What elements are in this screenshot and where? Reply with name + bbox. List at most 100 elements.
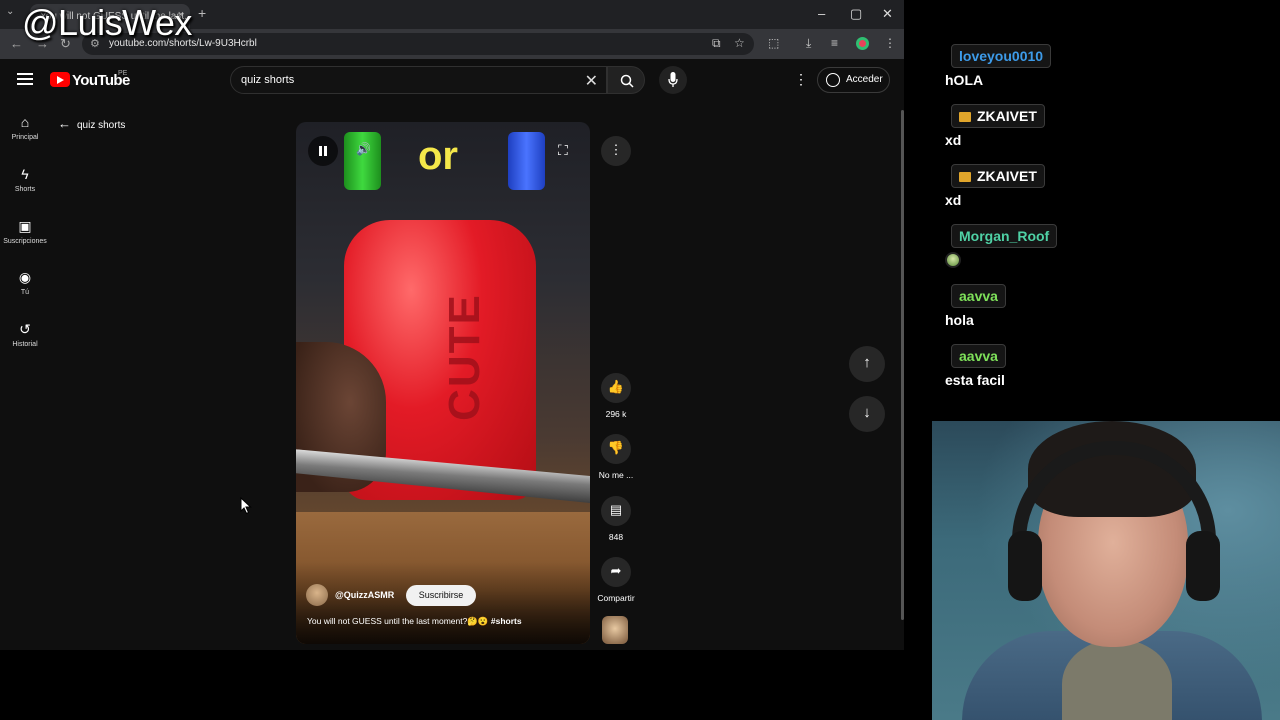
search-query: quiz shorts xyxy=(241,74,295,86)
subscriptions-icon: ▣ xyxy=(18,218,32,234)
crown-icon xyxy=(959,112,971,122)
guide-label: Suscripciones xyxy=(3,238,47,245)
chat-message: ZKAIVET xd xyxy=(945,104,1265,150)
overlay-or-text: or xyxy=(418,134,458,178)
chat-emote-row xyxy=(945,252,1265,270)
search-button[interactable] xyxy=(607,66,645,94)
subscribe-button[interactable]: Suscribirse xyxy=(406,585,476,606)
sign-in-label: Acceder xyxy=(846,74,883,85)
account-circle-icon xyxy=(826,73,840,87)
guide-label: Principal xyxy=(11,134,39,141)
bookmark-star-icon[interactable]: ☆ xyxy=(734,36,745,50)
cast-icon[interactable]: ⧉ xyxy=(712,36,721,51)
dislike-button[interactable]: 👎 No me ... xyxy=(593,434,639,480)
comment-count: 848 xyxy=(608,532,624,542)
chat-username: aavva xyxy=(951,344,1006,368)
back-label: quiz shorts xyxy=(77,120,126,131)
pause-button[interactable] xyxy=(308,136,338,166)
chat-text: hola xyxy=(945,312,974,328)
chat-text: esta facil xyxy=(945,372,1005,388)
chat-username: Morgan_Roof xyxy=(951,224,1058,248)
comments-button[interactable]: ▤ 848 xyxy=(593,496,639,542)
previous-short-button[interactable]: ↑ xyxy=(849,346,885,382)
guide-label: Shorts xyxy=(14,186,36,193)
you-icon: ◉ xyxy=(18,269,32,285)
maximize-icon[interactable]: ▢ xyxy=(850,6,862,22)
channel-name[interactable]: @QuizzASMR xyxy=(335,590,394,600)
chat-username: ZKAIVET xyxy=(977,168,1037,184)
chat-message: loveyou0010 hOLA xyxy=(945,44,1265,90)
minimize-icon[interactable]: – xyxy=(818,6,825,21)
page-scrollbar[interactable] xyxy=(901,110,904,620)
browser-window: ⌄ You will not GUESS until the last... ×… xyxy=(0,0,904,650)
clear-search-icon[interactable]: ✕ xyxy=(585,71,598,91)
arrow-up-icon: ↑ xyxy=(863,354,871,371)
share-label: Compartir xyxy=(597,593,635,603)
history-icon: ↺ xyxy=(19,321,31,337)
guide-item-history[interactable]: ↺ Historial xyxy=(0,321,50,348)
search-input[interactable]: quiz shorts ✕ xyxy=(230,66,607,94)
guide-item-home[interactable]: ⌂ Principal xyxy=(0,114,50,141)
home-icon: ⌂ xyxy=(20,114,30,130)
stream-frame: ⌄ You will not GUESS until the last... ×… xyxy=(0,0,1280,720)
tab-search-icon[interactable]: ⌄ xyxy=(6,6,14,17)
sound-thumbnail[interactable] xyxy=(602,616,628,644)
like-button[interactable]: 👍 296 k xyxy=(593,373,639,419)
chat-username: loveyou0010 xyxy=(951,44,1052,68)
chat-text: hOLA xyxy=(945,72,984,88)
volume-icon[interactable]: 🔊 xyxy=(356,142,371,156)
headset-right-cup xyxy=(1186,531,1220,601)
extensions-icon[interactable]: ⬚ xyxy=(768,36,779,50)
stream-chat: loveyou0010 hOLA ZKAIVET xd ZKAIVET xd M… xyxy=(945,44,1265,404)
back-to-search[interactable]: ← quiz shorts xyxy=(58,116,125,131)
webcam-feed xyxy=(932,421,1280,720)
cursor-arrow-icon xyxy=(240,497,252,515)
back-arrow-icon: ← xyxy=(58,116,71,131)
download-icon[interactable]: ⤓ xyxy=(806,36,811,51)
youtube-header: YouTube PE quiz shorts ✕ ⋮ Acceder xyxy=(0,59,904,103)
media-controls-icon[interactable]: ≡ xyxy=(831,36,838,50)
profile-avatar[interactable] xyxy=(856,37,869,50)
more-vert-icon: ⋮ xyxy=(609,142,623,157)
headset-left-cup xyxy=(1008,531,1042,601)
voice-search-button[interactable] xyxy=(659,66,687,94)
streamer-watermark: @LuisWex xyxy=(22,2,192,43)
caption-text: You will not GUESS until the last moment… xyxy=(307,616,491,626)
guide-item-you[interactable]: ◉ Tú xyxy=(0,269,50,296)
new-tab-icon[interactable]: + xyxy=(198,5,206,21)
shorts-player[interactable]: CUTE 🔊 or ⛶ @QuizzASMR Suscribirse You w… xyxy=(296,122,590,644)
sign-in-button[interactable]: Acceder xyxy=(817,67,890,93)
youtube-logo-icon[interactable] xyxy=(50,72,70,87)
crown-icon xyxy=(959,172,971,182)
blue-soap-option xyxy=(508,132,545,190)
guide-item-subscriptions[interactable]: ▣ Suscripciones xyxy=(0,218,50,245)
comment-icon: ▤ xyxy=(601,496,631,526)
like-count: 296 k xyxy=(605,409,627,419)
guide-label: Tú xyxy=(20,289,30,296)
emote-icon xyxy=(945,252,961,268)
guide-item-shorts[interactable]: ϟ Shorts xyxy=(0,166,50,193)
settings-kebab-icon[interactable]: ⋮ xyxy=(794,71,808,88)
chat-message: aavva esta facil xyxy=(945,344,1265,390)
streamer-shirt xyxy=(1062,639,1172,720)
country-code: PE xyxy=(118,70,128,77)
chat-text: xd xyxy=(945,192,962,208)
fullscreen-icon[interactable]: ⛶ xyxy=(558,142,568,159)
chat-message: ZKAIVET xd xyxy=(945,164,1265,210)
dislike-label: No me ... xyxy=(598,470,634,480)
caption-hashtag[interactable]: #shorts xyxy=(491,616,522,626)
chat-message: Morgan_Roof xyxy=(945,224,1265,270)
close-window-icon[interactable]: ✕ xyxy=(882,6,893,22)
next-short-button[interactable]: ↓ xyxy=(849,396,885,432)
video-caption[interactable]: You will not GUESS until the last moment… xyxy=(307,616,585,627)
menu-icon[interactable] xyxy=(17,73,33,85)
thumbs-up-icon: 👍 xyxy=(601,373,631,403)
channel-avatar[interactable] xyxy=(306,584,328,606)
chat-username: ZKAIVET xyxy=(977,108,1037,124)
share-button[interactable]: ➦ Compartir xyxy=(593,557,639,603)
microphone-icon xyxy=(668,72,678,87)
shorts-icon: ϟ xyxy=(21,166,29,182)
browser-menu-icon[interactable]: ⋮ xyxy=(884,36,896,50)
chat-message: aavva hola xyxy=(945,284,1265,330)
more-options-button[interactable]: ⋮ xyxy=(601,136,631,166)
